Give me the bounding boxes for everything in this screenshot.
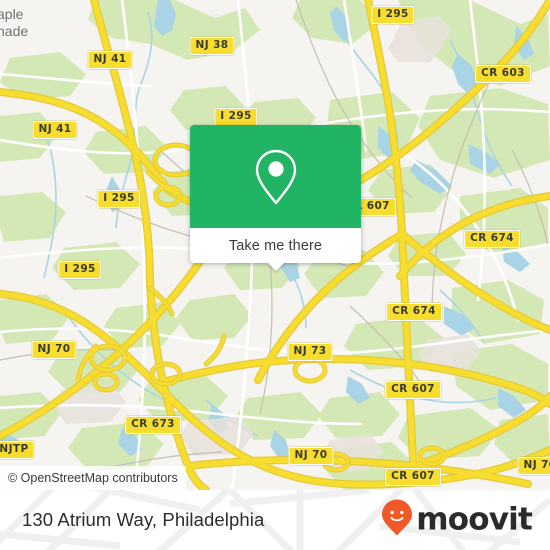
road-shield-cr607-b[interactable]: CR 607 — [385, 381, 441, 399]
road-shield-nj70-c[interactable]: NJ 70 — [517, 457, 550, 475]
address-label: 130 Atrium Way, Philadelphia — [22, 509, 265, 530]
moovit-wordmark: moovit — [416, 501, 533, 538]
road-shield-nj41-a[interactable]: NJ 41 — [87, 51, 133, 69]
map-canvas[interactable]: aple hade NJ 38 NJ 41 I 295 CR 603 I 295… — [0, 0, 550, 490]
osm-attribution[interactable]: © OpenStreetMap contributors — [0, 466, 186, 490]
road-shield-i295-c[interactable]: I 295 — [97, 190, 141, 208]
road-shield-cr674-a[interactable]: CR 674 — [464, 230, 520, 248]
moovit-pin-smiley-icon — [381, 499, 413, 542]
take-me-there-button[interactable]: Take me there — [229, 238, 322, 254]
road-shield-nj41-b[interactable]: NJ 41 — [32, 121, 78, 139]
place-label-maple-shade: aple hade — [0, 6, 29, 39]
road-shield-njtp[interactable]: NJTP — [0, 441, 35, 459]
popup-footer[interactable]: Take me there — [190, 228, 361, 271]
road-shield-nj70-b[interactable]: NJ 70 — [288, 447, 334, 465]
moovit-logo[interactable]: moovit — [381, 499, 533, 542]
map-pin-icon — [252, 147, 300, 207]
road-shield-cr673[interactable]: CR 673 — [125, 416, 181, 434]
road-shield-nj38[interactable]: NJ 38 — [189, 37, 235, 55]
road-shield-cr607-c[interactable]: CR 607 — [385, 468, 441, 486]
road-shield-i295-d[interactable]: I 295 — [58, 261, 102, 279]
road-shield-nj70-a[interactable]: NJ 70 — [31, 341, 77, 359]
road-shield-cr603[interactable]: CR 603 — [475, 65, 531, 83]
road-shield-i295-b[interactable]: I 295 — [214, 108, 258, 126]
moovit-map-screenshot: aple hade NJ 38 NJ 41 I 295 CR 603 I 295… — [0, 0, 550, 550]
footer-bar: 130 Atrium Way, Philadelphia moovit — [0, 490, 550, 550]
popup-header — [190, 125, 361, 228]
road-shield-i295-a[interactable]: I 295 — [371, 6, 415, 24]
road-shield-nj73[interactable]: NJ 73 — [287, 343, 333, 361]
location-popup-card[interactable]: Take me there — [190, 125, 361, 271]
road-shield-cr674-b[interactable]: CR 674 — [386, 303, 442, 321]
popup-tail-pointer — [266, 262, 285, 271]
